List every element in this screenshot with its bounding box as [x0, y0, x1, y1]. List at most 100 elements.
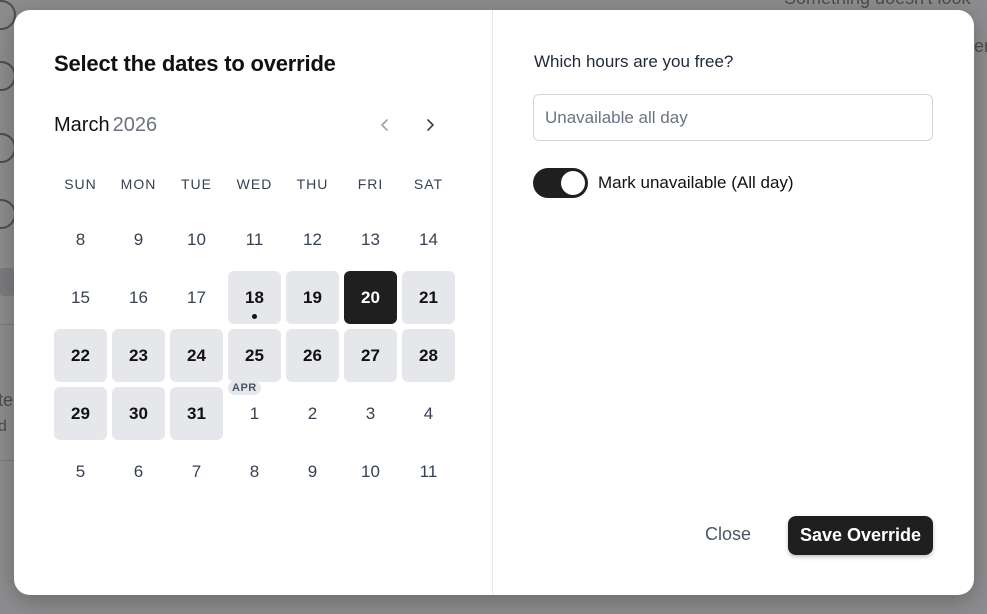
background-text: te	[0, 390, 14, 410]
calendar-day: 7	[170, 445, 223, 498]
day-number: 31	[187, 403, 206, 423]
weekday-header: SUN MON TUE WED THU FRI SAT	[54, 176, 455, 192]
weekday-label: TUE	[181, 176, 212, 192]
calendar-day[interactable]: 21	[402, 271, 455, 324]
hours-input[interactable]	[533, 94, 933, 141]
calendar-day: 9	[286, 445, 339, 498]
calendar-day[interactable]: 25	[228, 329, 281, 382]
calendar-day: 17	[170, 271, 223, 324]
day-number: 9	[133, 229, 144, 249]
calendar-day[interactable]: 29	[54, 387, 107, 440]
year-label: 2026	[112, 114, 158, 136]
calendar-day: 12	[286, 213, 339, 266]
calendar-day[interactable]: 24	[170, 329, 223, 382]
day-number: 20	[361, 287, 380, 307]
toggle-knob	[561, 171, 585, 195]
weekday-label: WED	[236, 176, 273, 192]
previous-month-button[interactable]	[371, 111, 399, 139]
day-number: 14	[419, 229, 438, 249]
calendar-day[interactable]: 23	[112, 329, 165, 382]
day-number: 19	[303, 287, 322, 307]
calendar-day-selected[interactable]: 20	[344, 271, 397, 324]
day-number: 13	[361, 229, 380, 249]
day-number: 23	[129, 345, 148, 365]
hours-panel: Which hours are you free? Mark unavailab…	[493, 10, 974, 595]
day-number: 17	[187, 287, 206, 307]
close-button[interactable]: Close	[705, 524, 751, 545]
day-number: 10	[187, 229, 206, 249]
day-number: 8	[75, 229, 86, 249]
day-number: 12	[303, 229, 322, 249]
calendar-day: 9	[112, 213, 165, 266]
save-override-button[interactable]: Save Override	[788, 516, 933, 555]
background-divider	[0, 324, 14, 325]
calendar-day: 11	[402, 445, 455, 498]
calendar-day: 1 APR	[228, 381, 281, 440]
day-number: 6	[133, 461, 144, 481]
unavailable-toggle[interactable]	[533, 168, 588, 198]
chevron-left-icon	[381, 119, 388, 131]
day-number: 21	[419, 287, 438, 307]
calendar-day: 3	[344, 387, 397, 440]
weekday-label: MON	[120, 176, 157, 192]
background-divider	[0, 460, 14, 461]
calendar-day: 11	[228, 213, 281, 266]
chevron-right-icon	[427, 119, 434, 131]
day-number: 4	[423, 403, 434, 423]
day-number: 3	[365, 403, 376, 423]
day-number: 26	[303, 345, 322, 365]
calendar-day: 4	[402, 387, 455, 440]
calendar-day[interactable]: 19	[286, 271, 339, 324]
weekday-label: THU	[296, 176, 329, 192]
month-label: March	[54, 114, 110, 136]
day-number: 7	[191, 461, 202, 481]
calendar-day: 15	[54, 271, 107, 324]
day-number: 9	[307, 461, 318, 481]
calendar-day[interactable]: 31	[170, 387, 223, 440]
day-number: 10	[361, 461, 380, 481]
dialog-title: Select the dates to override	[54, 51, 336, 76]
calendar-day: 2	[286, 387, 339, 440]
calendar-day: 8	[54, 213, 107, 266]
calendar-day: 10	[344, 445, 397, 498]
day-number: 1	[249, 403, 260, 423]
calendar-day: 6	[112, 445, 165, 498]
weekday-label: FRI	[357, 176, 384, 192]
calendar-day[interactable]: 27	[344, 329, 397, 382]
day-number: 2	[307, 403, 318, 423]
day-number: 11	[245, 229, 264, 249]
calendar-panel: Select the dates to override March 2026 S…	[14, 10, 493, 595]
calendar-day[interactable]: 22	[54, 329, 107, 382]
day-number: 29	[71, 403, 90, 423]
day-number: 25	[245, 345, 264, 365]
background-text: er	[974, 36, 987, 56]
calendar-day[interactable]: 18	[228, 271, 281, 324]
hours-question-label: Which hours are you free?	[534, 52, 734, 71]
today-indicator-dot	[252, 314, 257, 319]
calendar-day: 5	[54, 445, 107, 498]
day-number: 15	[71, 287, 90, 307]
day-number: 28	[419, 345, 438, 365]
background-block	[0, 268, 14, 296]
background-text: Something doesn't look	[784, 0, 971, 9]
month-header: March 2026	[54, 114, 450, 138]
calendar-day[interactable]: 28	[402, 329, 455, 382]
calendar-day[interactable]: 26	[286, 329, 339, 382]
day-number: 5	[75, 461, 86, 481]
date-override-dialog: Select the dates to override March 2026 S…	[14, 10, 974, 595]
calendar-day: 16	[112, 271, 165, 324]
calendar-day: 14	[402, 213, 455, 266]
calendar-day: 8	[228, 445, 281, 498]
unavailable-toggle-row: Mark unavailable (All day)	[533, 168, 794, 198]
day-number: 18	[245, 287, 264, 307]
day-number: 24	[187, 345, 206, 365]
unavailable-toggle-label: Mark unavailable (All day)	[598, 173, 794, 192]
month-tag: APR	[228, 381, 261, 395]
day-number: 11	[419, 461, 438, 481]
calendar-day[interactable]: 30	[112, 387, 165, 440]
calendar-day: 10	[170, 213, 223, 266]
weekday-label: SAT	[413, 176, 444, 192]
calendar-grid: 8 9 10 11 12 13 14 15 16 17 18 19 20 21 22 23 24 25 26 27 28…	[54, 213, 455, 498]
next-month-button[interactable]	[416, 111, 444, 139]
background-text: d	[0, 418, 7, 435]
